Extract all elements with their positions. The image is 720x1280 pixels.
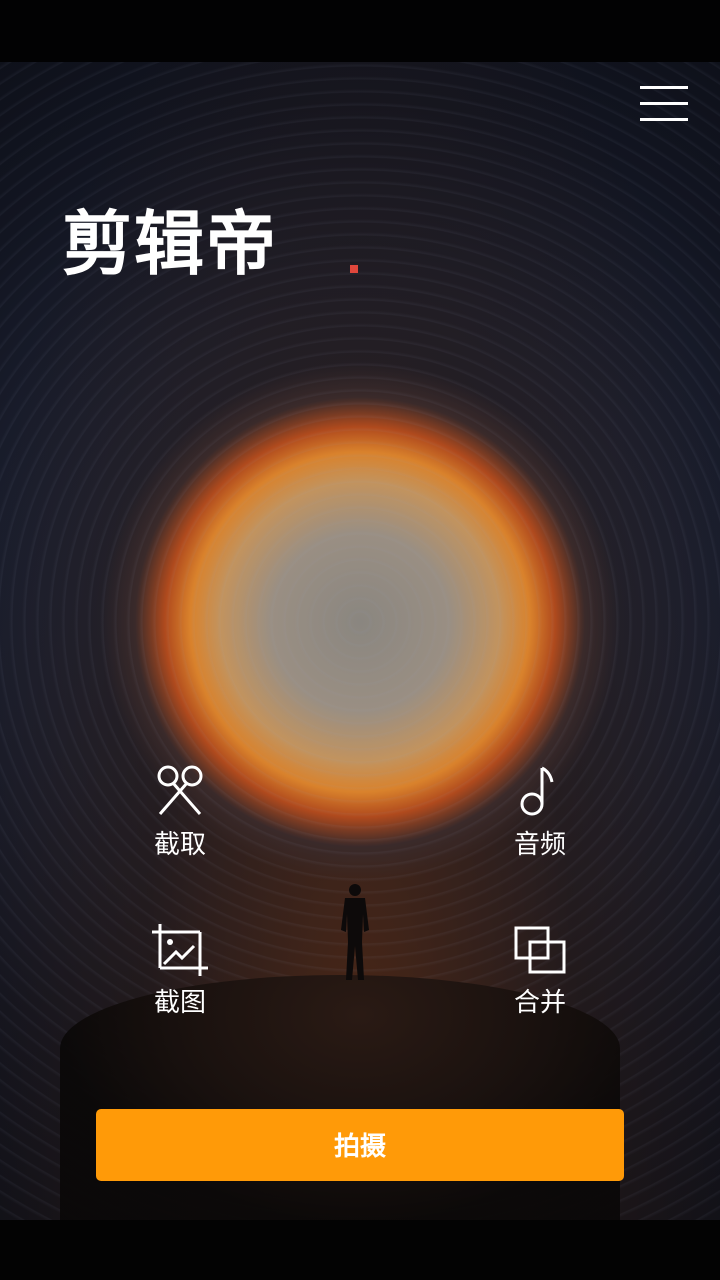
tool-screenshot[interactable]: 截图	[120, 920, 240, 1020]
tool-audio-label: 音频	[513, 830, 566, 860]
merge-squares-icon	[514, 926, 566, 974]
app-title: 剪辑帝	[62, 203, 278, 285]
person-silhouette	[341, 884, 369, 980]
tool-screenshot-label: 截图	[153, 988, 206, 1018]
music-note-icon	[520, 766, 554, 816]
scissors-icon	[157, 765, 203, 815]
navigation-bar	[0, 1220, 720, 1280]
tool-merge-label: 合并	[513, 988, 566, 1018]
tool-clip[interactable]: 截取	[120, 762, 240, 862]
hamburger-menu-icon	[640, 86, 688, 121]
notification-dot	[350, 265, 358, 273]
tool-audio[interactable]: 音频	[480, 762, 600, 862]
shoot-button[interactable]: 拍摄	[96, 1109, 624, 1181]
tool-clip-label: 截取	[153, 830, 206, 860]
app-screen: 剪辑帝 截取 音频 截图 合并 拍摄	[0, 0, 720, 1280]
menu-button[interactable]	[636, 80, 692, 128]
status-bar	[0, 0, 720, 62]
tool-merge[interactable]: 合并	[480, 920, 600, 1020]
crop-image-icon	[152, 924, 208, 976]
